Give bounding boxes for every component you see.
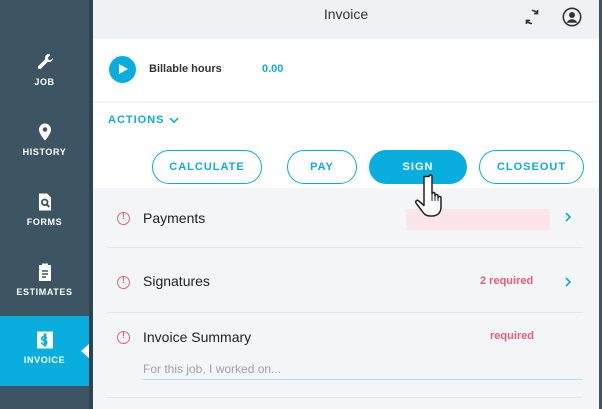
sidebar-item-label: INVOICE [23,355,66,365]
alert-icon [117,275,130,289]
invoice-summary-row: Invoice Summary required [107,314,583,398]
alert-icon [117,330,130,344]
play-timer-button[interactable] [109,56,136,83]
alert-icon [117,211,130,225]
chevron-down-icon [168,117,179,123]
signatures-row[interactable]: Signatures 2 required [107,249,583,313]
invoice-panel: Invoice Billable hours 0.00 ACTIONS CALC… [93,0,599,409]
wrench-icon [0,52,89,72]
sidebar-item-history[interactable]: HISTORY [0,108,89,178]
sidebar-item-label: HISTORY [22,147,67,157]
active-indicator [81,344,89,358]
form-search-icon [0,192,89,212]
svg-text:$: $ [40,333,48,348]
signatures-required-badge: 2 required [480,275,534,287]
invoice-dollar-icon: $ [0,330,89,350]
billable-hours-label: Billable hours [149,63,222,75]
actions-label: ACTIONS [108,114,165,126]
billable-hours-value: 0.00 [262,63,284,75]
sidebar-item-label: JOB [34,77,55,87]
account-icon[interactable] [562,7,582,27]
sync-icon[interactable] [523,8,541,26]
closeout-button[interactable]: CLOSEOUT [479,150,584,184]
billable-hours-panel: Billable hours 0.00 [93,39,599,101]
sidebar-item-job[interactable]: JOB [0,38,89,108]
invoice-summary-input[interactable] [143,358,583,380]
map-pin-icon [0,122,89,142]
sidebar-item-label: FORMS [26,217,63,227]
invoice-summary-label: Invoice Summary [143,329,252,345]
summary-required-badge: required [490,330,535,342]
top-bar: Invoice [93,0,599,38]
hand-pointer-icon [414,174,442,217]
sidebar-item-estimates[interactable]: ESTIMATES [0,248,89,318]
chevron-right-icon [565,212,572,222]
calculate-button[interactable]: CALCULATE [152,150,262,184]
sidebar-item-invoice[interactable]: $ INVOICE [0,316,89,386]
actions-dropdown[interactable]: ACTIONS [108,114,179,126]
actions-panel: ACTIONS CALCULATE PAY SIGN CLOSEOUT [93,103,599,188]
pay-button[interactable]: PAY [287,150,357,184]
payments-label: Payments [143,210,206,226]
chevron-right-icon [565,277,572,287]
sidebar-item-label: ESTIMATES [16,287,73,297]
clipboard-icon [0,262,89,282]
payments-row[interactable]: Payments [107,187,583,248]
sidebar-item-forms[interactable]: FORMS [0,178,89,248]
signatures-label: Signatures [143,273,210,289]
sidebar: JOB HISTORY FORMS ESTIMATES $ INVOICE [0,0,89,409]
